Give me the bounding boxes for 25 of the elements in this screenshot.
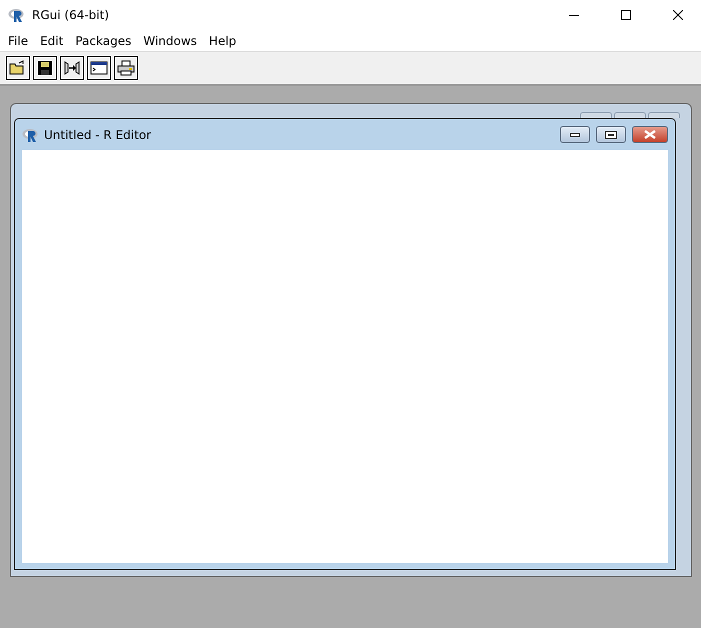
- load-arrow-icon: [63, 59, 81, 77]
- minimize-icon: [570, 132, 580, 136]
- editor-title: Untitled - R Editor: [44, 128, 152, 142]
- restore-icon: [605, 130, 617, 138]
- menu-item[interactable]: Packages: [69, 34, 138, 48]
- r-logo-icon: [8, 8, 26, 22]
- toolbar-button[interactable]: [87, 56, 111, 80]
- r-logo-icon: [22, 128, 40, 142]
- restore-button[interactable]: [596, 126, 626, 143]
- close-icon: [644, 130, 656, 139]
- menu-item[interactable]: File: [2, 34, 34, 48]
- minimize-icon: [569, 14, 579, 16]
- toolbar-button[interactable]: [114, 56, 138, 80]
- window-title: RGui (64-bit): [32, 8, 110, 22]
- close-icon: [673, 10, 683, 20]
- toolbar-button[interactable]: [33, 56, 57, 80]
- maximize-icon: [621, 10, 631, 20]
- menu-item[interactable]: Windows: [137, 34, 203, 48]
- minimize-button[interactable]: [560, 126, 590, 143]
- toolbar-button[interactable]: [60, 56, 84, 80]
- toolbar-button[interactable]: [6, 56, 30, 80]
- printer-icon: [117, 60, 135, 76]
- console-window-icon: [90, 60, 108, 76]
- menu-item[interactable]: Edit: [34, 34, 70, 48]
- menu-item[interactable]: Help: [202, 34, 242, 48]
